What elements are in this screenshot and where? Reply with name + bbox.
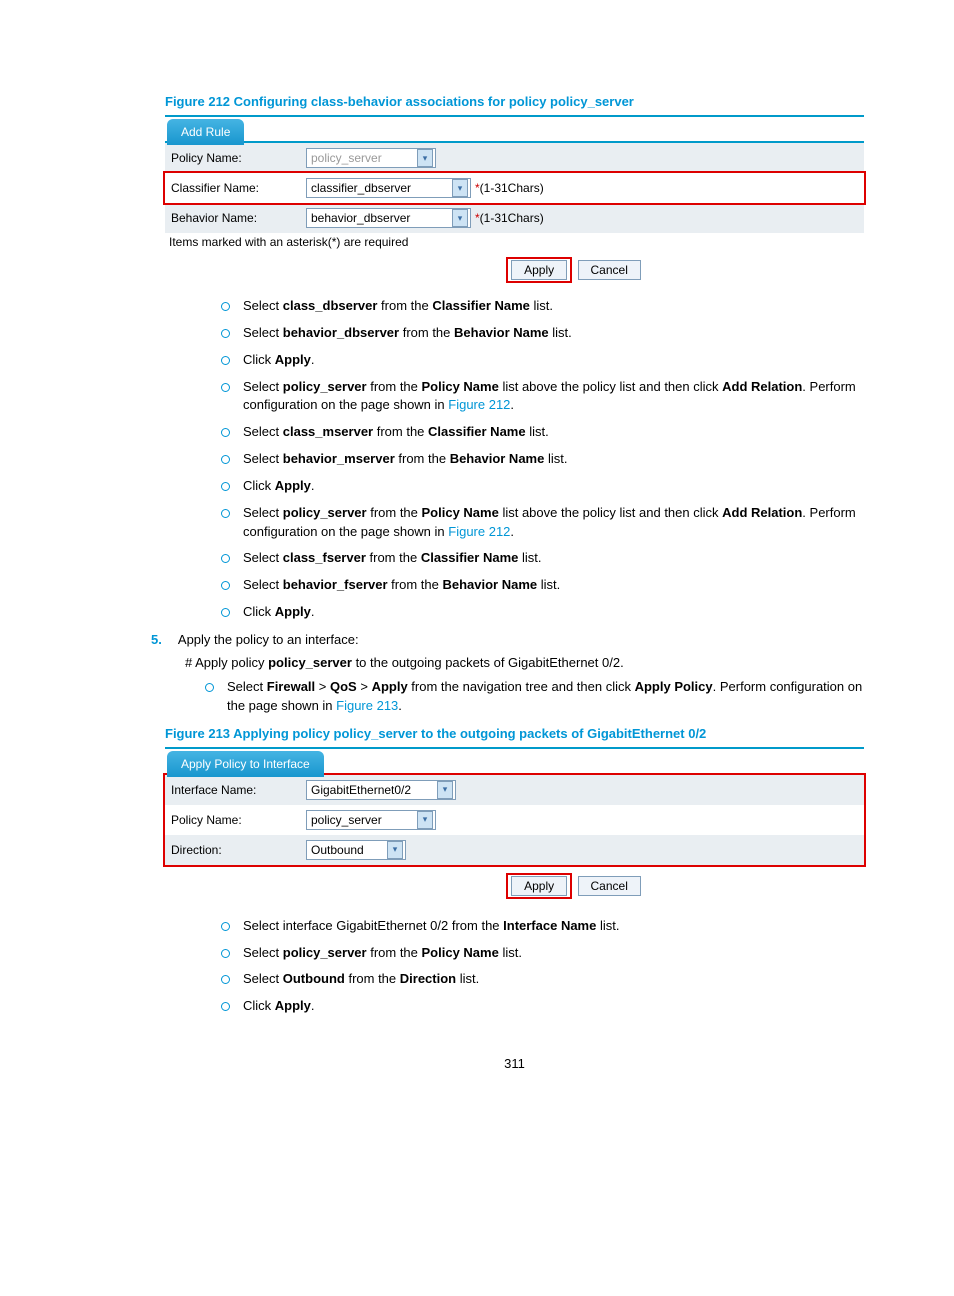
cancel-button-2[interactable]: Cancel bbox=[578, 876, 641, 896]
list-item: Select class_mserver from the Classifier… bbox=[221, 423, 864, 442]
classifier-hint: *(1-31Chars) bbox=[475, 181, 544, 195]
list-item: Select Firewall > QoS > Apply from the n… bbox=[205, 678, 864, 716]
classifier-name-select[interactable]: classifier_dbserver ▾ bbox=[306, 178, 471, 198]
policy-name-select[interactable]: policy_server ▾ bbox=[306, 148, 436, 168]
add-rule-tab[interactable]: Add Rule bbox=[167, 119, 244, 145]
chevron-down-icon: ▾ bbox=[437, 781, 453, 799]
figure-213-panel: Apply Policy to Interface Interface Name… bbox=[165, 747, 864, 899]
behavior-name-label: Behavior Name: bbox=[171, 211, 306, 225]
policy-name-label: Policy Name: bbox=[171, 151, 306, 165]
list-item: Click Apply. bbox=[221, 997, 864, 1016]
instruction-list-1: Select class_dbserver from the Classifie… bbox=[165, 297, 864, 622]
policy-name-value: policy_server bbox=[311, 151, 382, 165]
chevron-down-icon: ▾ bbox=[452, 179, 468, 197]
classifier-name-value: classifier_dbserver bbox=[311, 181, 411, 195]
apply-highlight: Apply bbox=[506, 257, 572, 283]
list-item: Select Outbound from the Direction list. bbox=[221, 970, 864, 989]
figure-212-caption: Figure 212 Configuring class-behavior as… bbox=[165, 94, 864, 109]
behavior-name-value: behavior_dbserver bbox=[311, 211, 410, 225]
hash-text: # Apply policy policy_server to the outg… bbox=[185, 655, 864, 670]
list-item: Select class_fserver from the Classifier… bbox=[221, 549, 864, 568]
list-item: Click Apply. bbox=[221, 477, 864, 496]
behavior-hint: *(1-31Chars) bbox=[475, 211, 544, 225]
direction-select[interactable]: Outbound ▾ bbox=[306, 840, 406, 860]
figure-212-link[interactable]: Figure 212 bbox=[448, 397, 510, 412]
figure-213-link[interactable]: Figure 213 bbox=[336, 698, 398, 713]
required-note: Items marked with an asterisk(*) are req… bbox=[165, 233, 864, 253]
apply-policy-tab[interactable]: Apply Policy to Interface bbox=[167, 751, 324, 777]
list-item: Select policy_server from the Policy Nam… bbox=[221, 944, 864, 963]
instruction-list-2: Select interface GigabitEthernet 0/2 fro… bbox=[165, 917, 864, 1016]
cancel-button[interactable]: Cancel bbox=[578, 260, 641, 280]
list-item: Select behavior_dbserver from the Behavi… bbox=[221, 324, 864, 343]
list-item: Select policy_server from the Policy Nam… bbox=[221, 378, 864, 416]
list-item: Select behavior_mserver from the Behavio… bbox=[221, 450, 864, 469]
figure-213-caption: Figure 213 Applying policy policy_server… bbox=[165, 726, 864, 741]
chevron-down-icon: ▾ bbox=[387, 841, 403, 859]
classifier-name-label: Classifier Name: bbox=[171, 181, 306, 195]
list-item: Click Apply. bbox=[221, 603, 864, 622]
interface-name-value: GigabitEthernet0/2 bbox=[311, 783, 411, 797]
list-item: Select policy_server from the Policy Nam… bbox=[221, 504, 864, 542]
step-number: 5. bbox=[151, 632, 175, 647]
page-number: 311 bbox=[165, 1056, 864, 1071]
list-item: Click Apply. bbox=[221, 351, 864, 370]
apply-highlight-2: Apply bbox=[506, 873, 572, 899]
policy-name-value-2: policy_server bbox=[311, 813, 382, 827]
chevron-down-icon: ▾ bbox=[417, 811, 433, 829]
policy-name-select-2[interactable]: policy_server ▾ bbox=[306, 810, 436, 830]
chevron-down-icon: ▾ bbox=[452, 209, 468, 227]
policy-name-label-2: Policy Name: bbox=[171, 813, 306, 827]
interface-name-label: Interface Name: bbox=[171, 783, 306, 797]
figure-212-panel: Add Rule Policy Name: policy_server ▾ Cl… bbox=[165, 115, 864, 283]
figure-212-link[interactable]: Figure 212 bbox=[448, 524, 510, 539]
apply-button-2[interactable]: Apply bbox=[511, 876, 567, 896]
interface-name-select[interactable]: GigabitEthernet0/2 ▾ bbox=[306, 780, 456, 800]
direction-label: Direction: bbox=[171, 843, 306, 857]
apply-button[interactable]: Apply bbox=[511, 260, 567, 280]
chevron-down-icon: ▾ bbox=[417, 149, 433, 167]
list-item: Select interface GigabitEthernet 0/2 fro… bbox=[221, 917, 864, 936]
step-text: Apply the policy to an interface: bbox=[178, 632, 359, 647]
step-5: 5. Apply the policy to an interface: # A… bbox=[151, 632, 864, 716]
behavior-name-select[interactable]: behavior_dbserver ▾ bbox=[306, 208, 471, 228]
direction-value: Outbound bbox=[311, 843, 364, 857]
list-item: Select class_dbserver from the Classifie… bbox=[221, 297, 864, 316]
list-item: Select behavior_fserver from the Behavio… bbox=[221, 576, 864, 595]
